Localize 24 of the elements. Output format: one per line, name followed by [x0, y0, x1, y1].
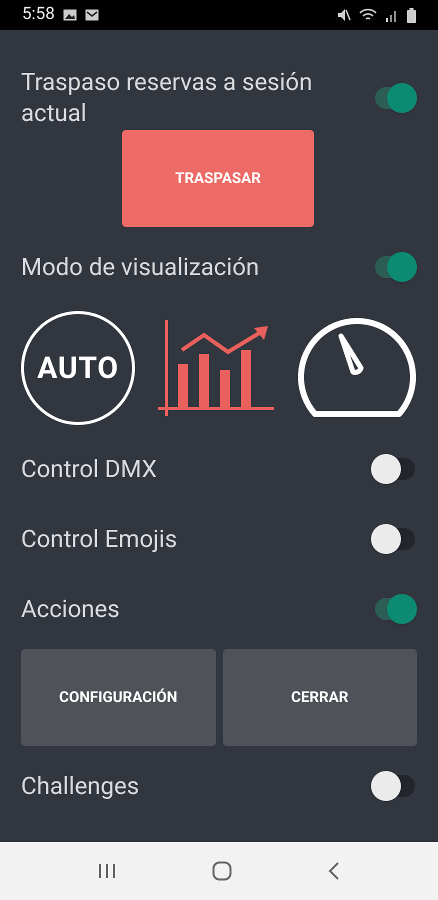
mail-icon	[84, 9, 99, 21]
action-button[interactable]: CONFIGURACIÓN	[21, 649, 216, 746]
image-icon	[62, 9, 77, 21]
mute-icon	[337, 8, 351, 22]
signal-icon	[385, 8, 399, 22]
recent-apps-icon[interactable]	[98, 863, 116, 879]
setting-label: Modo de visualización	[21, 252, 260, 282]
setting-label: Acciones	[21, 594, 121, 624]
back-icon[interactable]	[328, 862, 340, 880]
setting-label: Challenges	[21, 770, 140, 802]
action-button[interactable]: CERRAR	[222, 649, 417, 746]
toggle-switch[interactable]	[371, 524, 417, 554]
setting-label: Traspaso reservas a sesión actual	[21, 67, 314, 129]
setting-label: Control Emojis	[21, 524, 178, 554]
toggle-switch[interactable]	[371, 454, 417, 484]
wifi-icon	[359, 8, 377, 22]
status-time: 5:58	[22, 3, 55, 26]
home-icon[interactable]	[212, 861, 232, 881]
chart-icon[interactable]	[156, 318, 276, 418]
battery-icon	[407, 8, 416, 22]
setting-label: Control DMX	[21, 454, 158, 484]
gauge-icon[interactable]	[297, 316, 417, 420]
auto-mode-button[interactable]: AUTO	[21, 311, 135, 425]
toggle-switch[interactable]	[371, 771, 417, 801]
